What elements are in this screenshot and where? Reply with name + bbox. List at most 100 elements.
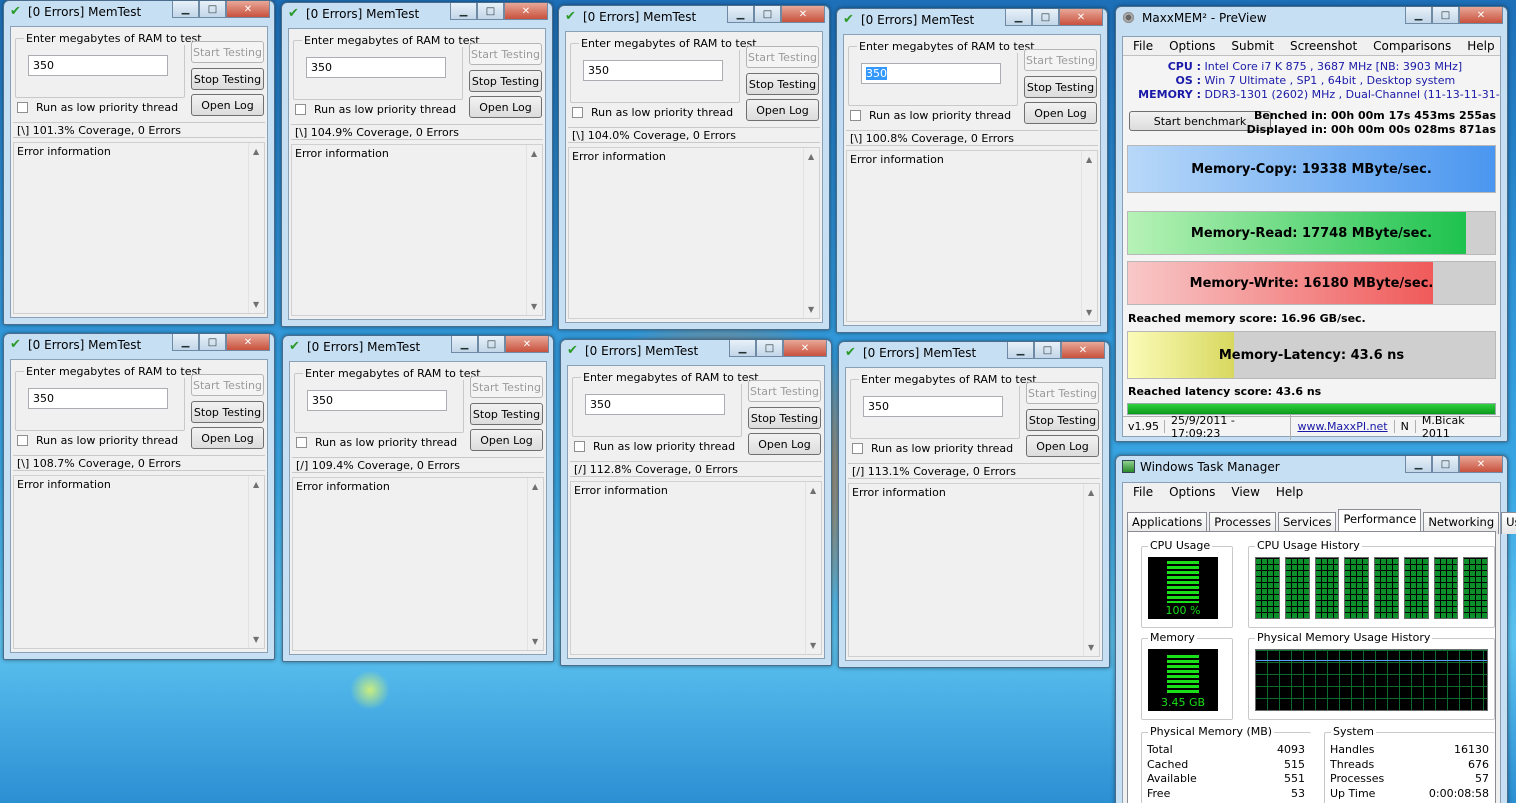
scroll-up-arrow[interactable]: ▲ xyxy=(808,152,814,161)
scroll-down-arrow[interactable]: ▼ xyxy=(810,641,816,650)
scrollbar[interactable]: ▲ ▼ xyxy=(1081,151,1097,321)
close-button[interactable]: ✕ xyxy=(783,340,827,357)
low-priority-checkbox[interactable]: Run as low priority thread xyxy=(295,103,456,116)
maximize-button[interactable]: □ xyxy=(478,336,505,353)
close-button[interactable]: ✕ xyxy=(1459,7,1503,24)
low-priority-checkbox[interactable]: Run as low priority thread xyxy=(572,106,733,119)
menu-options[interactable]: Options xyxy=(1169,485,1215,499)
close-button[interactable]: ✕ xyxy=(781,6,825,23)
scroll-down-arrow[interactable]: ▼ xyxy=(1088,643,1094,652)
memtest-titlebar[interactable]: ✔ [0 Errors] MemTest ▁ □ ✕ xyxy=(4,1,274,23)
ram-megabytes-input[interactable]: 350 xyxy=(28,55,168,76)
start-testing-button[interactable]: Start Testing xyxy=(470,376,543,398)
low-priority-checkbox[interactable]: Run as low priority thread xyxy=(296,436,457,449)
scrollbar[interactable]: ▲ ▼ xyxy=(248,476,264,648)
minimize-button[interactable]: ▁ xyxy=(1005,9,1032,26)
scrollbar[interactable]: ▲ ▼ xyxy=(526,145,542,315)
scrollbar[interactable]: ▲ ▼ xyxy=(805,482,821,654)
stop-testing-button[interactable]: Stop Testing xyxy=(1024,76,1097,98)
maximize-button[interactable]: □ xyxy=(754,6,781,23)
ram-megabytes-input[interactable]: 350 xyxy=(585,394,725,415)
checkbox-box[interactable] xyxy=(574,441,585,452)
ram-megabytes-input[interactable]: 350 xyxy=(307,390,447,411)
close-button[interactable]: ✕ xyxy=(1061,342,1105,359)
scroll-up-arrow[interactable]: ▲ xyxy=(810,486,816,495)
scroll-down-arrow[interactable]: ▼ xyxy=(531,302,537,311)
error-information-box[interactable]: Error information ▲ ▼ xyxy=(568,147,820,319)
memtest-titlebar[interactable]: ✔ [0 Errors] MemTest ▁ □ ✕ xyxy=(4,334,274,356)
minimize-button[interactable]: ▁ xyxy=(1405,456,1432,473)
ram-megabytes-input[interactable]: 350 xyxy=(28,388,168,409)
scroll-up-arrow[interactable]: ▲ xyxy=(1086,155,1092,164)
stop-testing-button[interactable]: Stop Testing xyxy=(191,401,264,423)
start-testing-button[interactable]: Start Testing xyxy=(746,46,819,68)
maximize-button[interactable]: □ xyxy=(1432,456,1459,473)
scroll-down-arrow[interactable]: ▼ xyxy=(808,305,814,314)
open-log-button[interactable]: Open Log xyxy=(748,433,821,455)
stop-testing-button[interactable]: Stop Testing xyxy=(470,403,543,425)
open-log-button[interactable]: Open Log xyxy=(1026,435,1099,457)
memtest-titlebar[interactable]: ✔ [0 Errors] MemTest ▁ □ ✕ xyxy=(282,3,552,25)
error-information-box[interactable]: Error information ▲ ▼ xyxy=(570,481,822,655)
memtest-titlebar[interactable]: ✔ [0 Errors] MemTest ▁ □ ✕ xyxy=(283,336,553,358)
close-button[interactable]: ✕ xyxy=(504,3,548,20)
low-priority-checkbox[interactable]: Run as low priority thread xyxy=(850,109,1011,122)
minimize-button[interactable]: ▁ xyxy=(1405,7,1432,24)
menu-screenshot[interactable]: Screenshot xyxy=(1290,39,1357,53)
low-priority-checkbox[interactable]: Run as low priority thread xyxy=(17,101,178,114)
maximize-button[interactable]: □ xyxy=(1034,342,1061,359)
checkbox-box[interactable] xyxy=(295,104,306,115)
memtest-titlebar[interactable]: ✔ [0 Errors] MemTest ▁ □ ✕ xyxy=(561,340,831,362)
tab-performance[interactable]: Performance xyxy=(1338,509,1422,531)
maximize-button[interactable]: □ xyxy=(199,1,226,18)
stop-testing-button[interactable]: Stop Testing xyxy=(1026,409,1099,431)
scrollbar[interactable]: ▲ ▼ xyxy=(1083,484,1099,656)
minimize-button[interactable]: ▁ xyxy=(729,340,756,357)
memtest-titlebar[interactable]: ✔ [0 Errors] MemTest ▁ □ ✕ xyxy=(839,342,1109,364)
maxxmem-titlebar[interactable]: MaxxMEM² - PreView ▁ □ ✕ xyxy=(1116,7,1507,29)
ram-megabytes-input[interactable]: 350 xyxy=(863,396,1003,417)
low-priority-checkbox[interactable]: Run as low priority thread xyxy=(574,440,735,453)
open-log-button[interactable]: Open Log xyxy=(1024,102,1097,124)
memtest-titlebar[interactable]: ✔ [0 Errors] MemTest ▁ □ ✕ xyxy=(837,9,1107,31)
error-information-box[interactable]: Error information ▲ ▼ xyxy=(13,142,265,314)
low-priority-checkbox[interactable]: Run as low priority thread xyxy=(17,434,178,447)
ram-megabytes-input[interactable]: 350 xyxy=(583,60,723,81)
start-testing-button[interactable]: Start Testing xyxy=(469,43,542,65)
scroll-down-arrow[interactable]: ▼ xyxy=(1086,308,1092,317)
open-log-button[interactable]: Open Log xyxy=(191,427,264,449)
stop-testing-button[interactable]: Stop Testing xyxy=(191,68,264,90)
start-testing-button[interactable]: Start Testing xyxy=(191,374,264,396)
scroll-down-arrow[interactable]: ▼ xyxy=(532,637,538,646)
ram-megabytes-input[interactable]: 350 xyxy=(861,63,1001,84)
start-testing-button[interactable]: Start Testing xyxy=(1026,382,1099,404)
open-log-button[interactable]: Open Log xyxy=(470,429,543,451)
start-testing-button[interactable]: Start Testing xyxy=(748,380,821,402)
taskmgr-titlebar[interactable]: Windows Task Manager ▁ □ ✕ xyxy=(1116,456,1507,478)
scroll-down-arrow[interactable]: ▼ xyxy=(253,300,259,309)
memtest-titlebar[interactable]: ✔ [0 Errors] MemTest ▁ □ ✕ xyxy=(559,6,829,28)
menu-file[interactable]: File xyxy=(1133,485,1153,499)
menu-view[interactable]: View xyxy=(1231,485,1259,499)
scroll-up-arrow[interactable]: ▲ xyxy=(253,147,259,156)
ram-megabytes-input[interactable]: 350 xyxy=(306,57,446,78)
menu-comparisons[interactable]: Comparisons xyxy=(1373,39,1451,53)
website-link[interactable]: www.MaxxPI.net xyxy=(1291,420,1395,433)
open-log-button[interactable]: Open Log xyxy=(469,96,542,118)
checkbox-box[interactable] xyxy=(850,110,861,121)
minimize-button[interactable]: ▁ xyxy=(172,334,199,351)
scroll-up-arrow[interactable]: ▲ xyxy=(532,482,538,491)
error-information-box[interactable]: Error information ▲ ▼ xyxy=(291,144,543,316)
error-information-box[interactable]: Error information ▲ ▼ xyxy=(846,150,1098,322)
low-priority-checkbox[interactable]: Run as low priority thread xyxy=(852,442,1013,455)
scrollbar[interactable]: ▲ ▼ xyxy=(803,148,819,318)
menu-options[interactable]: Options xyxy=(1169,39,1215,53)
close-button[interactable]: ✕ xyxy=(1059,9,1103,26)
minimize-button[interactable]: ▁ xyxy=(172,1,199,18)
maximize-button[interactable]: □ xyxy=(756,340,783,357)
maximize-button[interactable]: □ xyxy=(199,334,226,351)
maximize-button[interactable]: □ xyxy=(477,3,504,20)
minimize-button[interactable]: ▁ xyxy=(727,6,754,23)
menu-submit[interactable]: Submit xyxy=(1231,39,1274,53)
checkbox-box[interactable] xyxy=(17,435,28,446)
